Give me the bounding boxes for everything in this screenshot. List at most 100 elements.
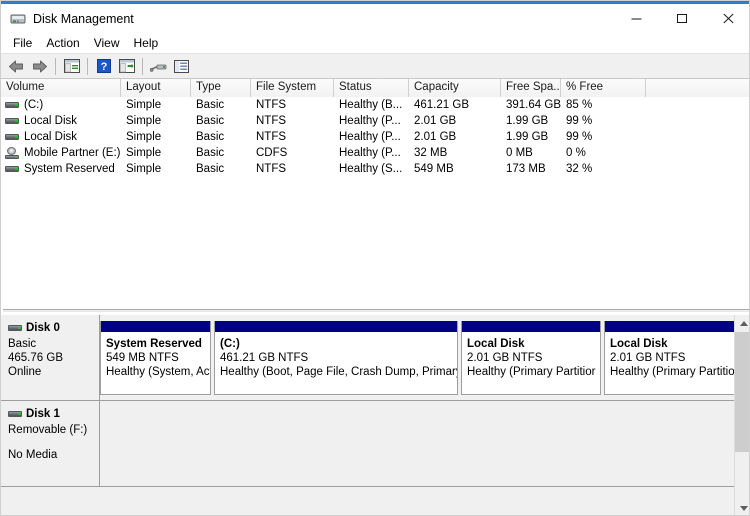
volume-list-rows: (C:) Simple Basic NTFS Healthy (B... 461… (1, 97, 749, 177)
column-header-capacity[interactable]: Capacity (409, 79, 501, 97)
forward-icon[interactable] (28, 55, 51, 77)
capacity-bar (215, 321, 457, 332)
disk-name: Disk 0 (26, 322, 60, 334)
partition-size-fs: 461.21 GB NTFS (220, 352, 309, 364)
cell-status: Healthy (P... (339, 115, 401, 127)
disk-row-disk0[interactable]: Disk 0 Basic 465.76 GB Online System Res… (1, 315, 749, 401)
column-header-type[interactable]: Type (191, 79, 251, 97)
table-row[interactable]: Local Disk Simple Basic NTFS Healthy (P.… (1, 129, 749, 145)
cell-free-space: 1.99 GB (506, 115, 549, 127)
column-header-file-system[interactable]: File System (251, 79, 334, 97)
partition-local-disk-2[interactable]: Local Disk 2.01 GB NTFS Healthy (Primary… (604, 321, 746, 395)
disk-type: Basic (8, 338, 37, 350)
cell-capacity: 549 MB (414, 163, 454, 175)
menu-item-help[interactable]: Help (127, 34, 166, 52)
rescan-disks-icon[interactable] (147, 55, 170, 77)
pane-splitter[interactable] (1, 306, 749, 315)
partition-status: Healthy (Primary Partition (610, 366, 742, 378)
window-controls (613, 4, 749, 33)
cell-capacity: 32 MB (414, 147, 448, 159)
show-hide-action-pane-icon[interactable] (115, 55, 138, 77)
partition-size-fs: 2.01 GB NTFS (467, 352, 543, 364)
cell-type: Basic (196, 163, 225, 175)
table-row[interactable]: Local Disk Simple Basic NTFS Healthy (P.… (1, 113, 749, 129)
show-hide-console-tree-icon[interactable] (60, 55, 83, 77)
cell-volume: Local Disk (1, 129, 121, 145)
partition-text: Local Disk 2.01 GB NTFS Healthy (Primary… (605, 332, 745, 379)
table-row[interactable]: Mobile Partner (E:) Simple Basic CDFS He… (1, 145, 749, 161)
partition-text: System Reserved 549 MB NTFS Healthy (Sys… (101, 332, 210, 379)
disk-row-disk1[interactable]: Disk 1 Removable (F:) No Media (1, 401, 749, 487)
volume-name: Local Disk (24, 131, 78, 143)
cell-type: Basic (196, 99, 225, 111)
cell-percent-free: 0 % (566, 147, 586, 159)
cell-volume: System Reserved (1, 161, 121, 177)
cell-layout: Simple (126, 115, 162, 127)
column-header-free-space[interactable]: Free Spa... (501, 79, 561, 97)
column-header-percent-free[interactable]: % Free (561, 79, 646, 97)
volume-name: (C:) (24, 99, 44, 111)
column-header-filler[interactable] (646, 79, 749, 97)
cell-file-system: CDFS (256, 147, 288, 159)
window-title: Disk Management (33, 11, 134, 26)
menu-item-view[interactable]: View (87, 34, 127, 52)
properties-icon[interactable] (170, 55, 193, 77)
cell-status: Healthy (P... (339, 147, 401, 159)
cell-free-space: 173 MB (506, 163, 546, 175)
scrollbar-track[interactable] (735, 332, 749, 500)
cell-free-space: 0 MB (506, 147, 533, 159)
cell-file-system: NTFS (256, 131, 287, 143)
cell-layout: Simple (126, 99, 162, 111)
close-button[interactable] (705, 4, 749, 33)
disk-size: 465.76 GB (8, 352, 63, 364)
partition-size-fs: 549 MB NTFS (106, 352, 179, 364)
table-row[interactable]: System Reserved Simple Basic NTFS Health… (1, 161, 749, 177)
disk-title-disk1: Disk 1 (8, 408, 99, 420)
partition-size-fs: 2.01 GB NTFS (610, 352, 686, 364)
partition-system-reserved[interactable]: System Reserved 549 MB NTFS Healthy (Sys… (100, 321, 211, 395)
cell-free-space: 1.99 GB (506, 131, 549, 143)
cell-percent-free: 32 % (566, 163, 593, 175)
help-icon[interactable]: ? (92, 55, 115, 77)
menu-item-action[interactable]: Action (39, 34, 86, 52)
partition-c-drive[interactable]: (C:) 461.21 GB NTFS Healthy (Boot, Page … (214, 321, 458, 395)
column-header-status[interactable]: Status (334, 79, 409, 97)
cell-status: Healthy (B... (339, 99, 403, 111)
minimize-button[interactable] (613, 4, 659, 33)
scroll-up-icon[interactable] (735, 315, 749, 332)
cell-status: Healthy (P... (339, 131, 401, 143)
capacity-bar (101, 321, 210, 332)
disk-title-disk0: Disk 0 (8, 322, 99, 334)
disk-management-window: Disk Management File Action View Help ? … (0, 0, 750, 516)
hdd-icon (8, 324, 22, 333)
partition-local-disk-1[interactable]: Local Disk 2.01 GB NTFS Healthy (Primary… (461, 321, 601, 395)
scrollbar-thumb[interactable] (735, 332, 749, 452)
menu-item-file[interactable]: File (6, 34, 39, 52)
cell-percent-free: 99 % (566, 115, 593, 127)
disk-map-scrollbar[interactable] (734, 315, 749, 515)
maximize-button[interactable] (659, 4, 705, 33)
disk-info-disk1[interactable]: Disk 1 Removable (F:) No Media (1, 401, 100, 487)
disk-state: No Media (8, 449, 58, 461)
back-icon[interactable] (5, 55, 28, 77)
scroll-down-icon[interactable] (735, 500, 749, 515)
cell-type: Basic (196, 131, 225, 143)
cell-volume: Mobile Partner (E:) (1, 145, 121, 161)
cell-layout: Simple (126, 147, 162, 159)
table-row[interactable]: (C:) Simple Basic NTFS Healthy (B... 461… (1, 97, 749, 113)
cell-capacity: 461.21 GB (414, 99, 469, 111)
column-header-layout[interactable]: Layout (121, 79, 191, 97)
column-header-volume[interactable]: Volume (1, 79, 121, 97)
cell-status: Healthy (S... (339, 163, 403, 175)
hdd-icon (8, 410, 22, 419)
cell-percent-free: 99 % (566, 131, 593, 143)
partition-name: (C:) (220, 338, 240, 350)
disk-name: Disk 1 (26, 408, 60, 420)
partition-text: (C:) 461.21 GB NTFS Healthy (Boot, Page … (215, 332, 457, 379)
cell-layout: Simple (126, 163, 162, 175)
toolbar-separator (142, 57, 143, 75)
hdd-icon (5, 117, 19, 126)
disk1-no-media-area[interactable] (100, 401, 749, 487)
disk-info-disk0[interactable]: Disk 0 Basic 465.76 GB Online (1, 315, 100, 401)
title-bar: Disk Management (1, 4, 749, 33)
